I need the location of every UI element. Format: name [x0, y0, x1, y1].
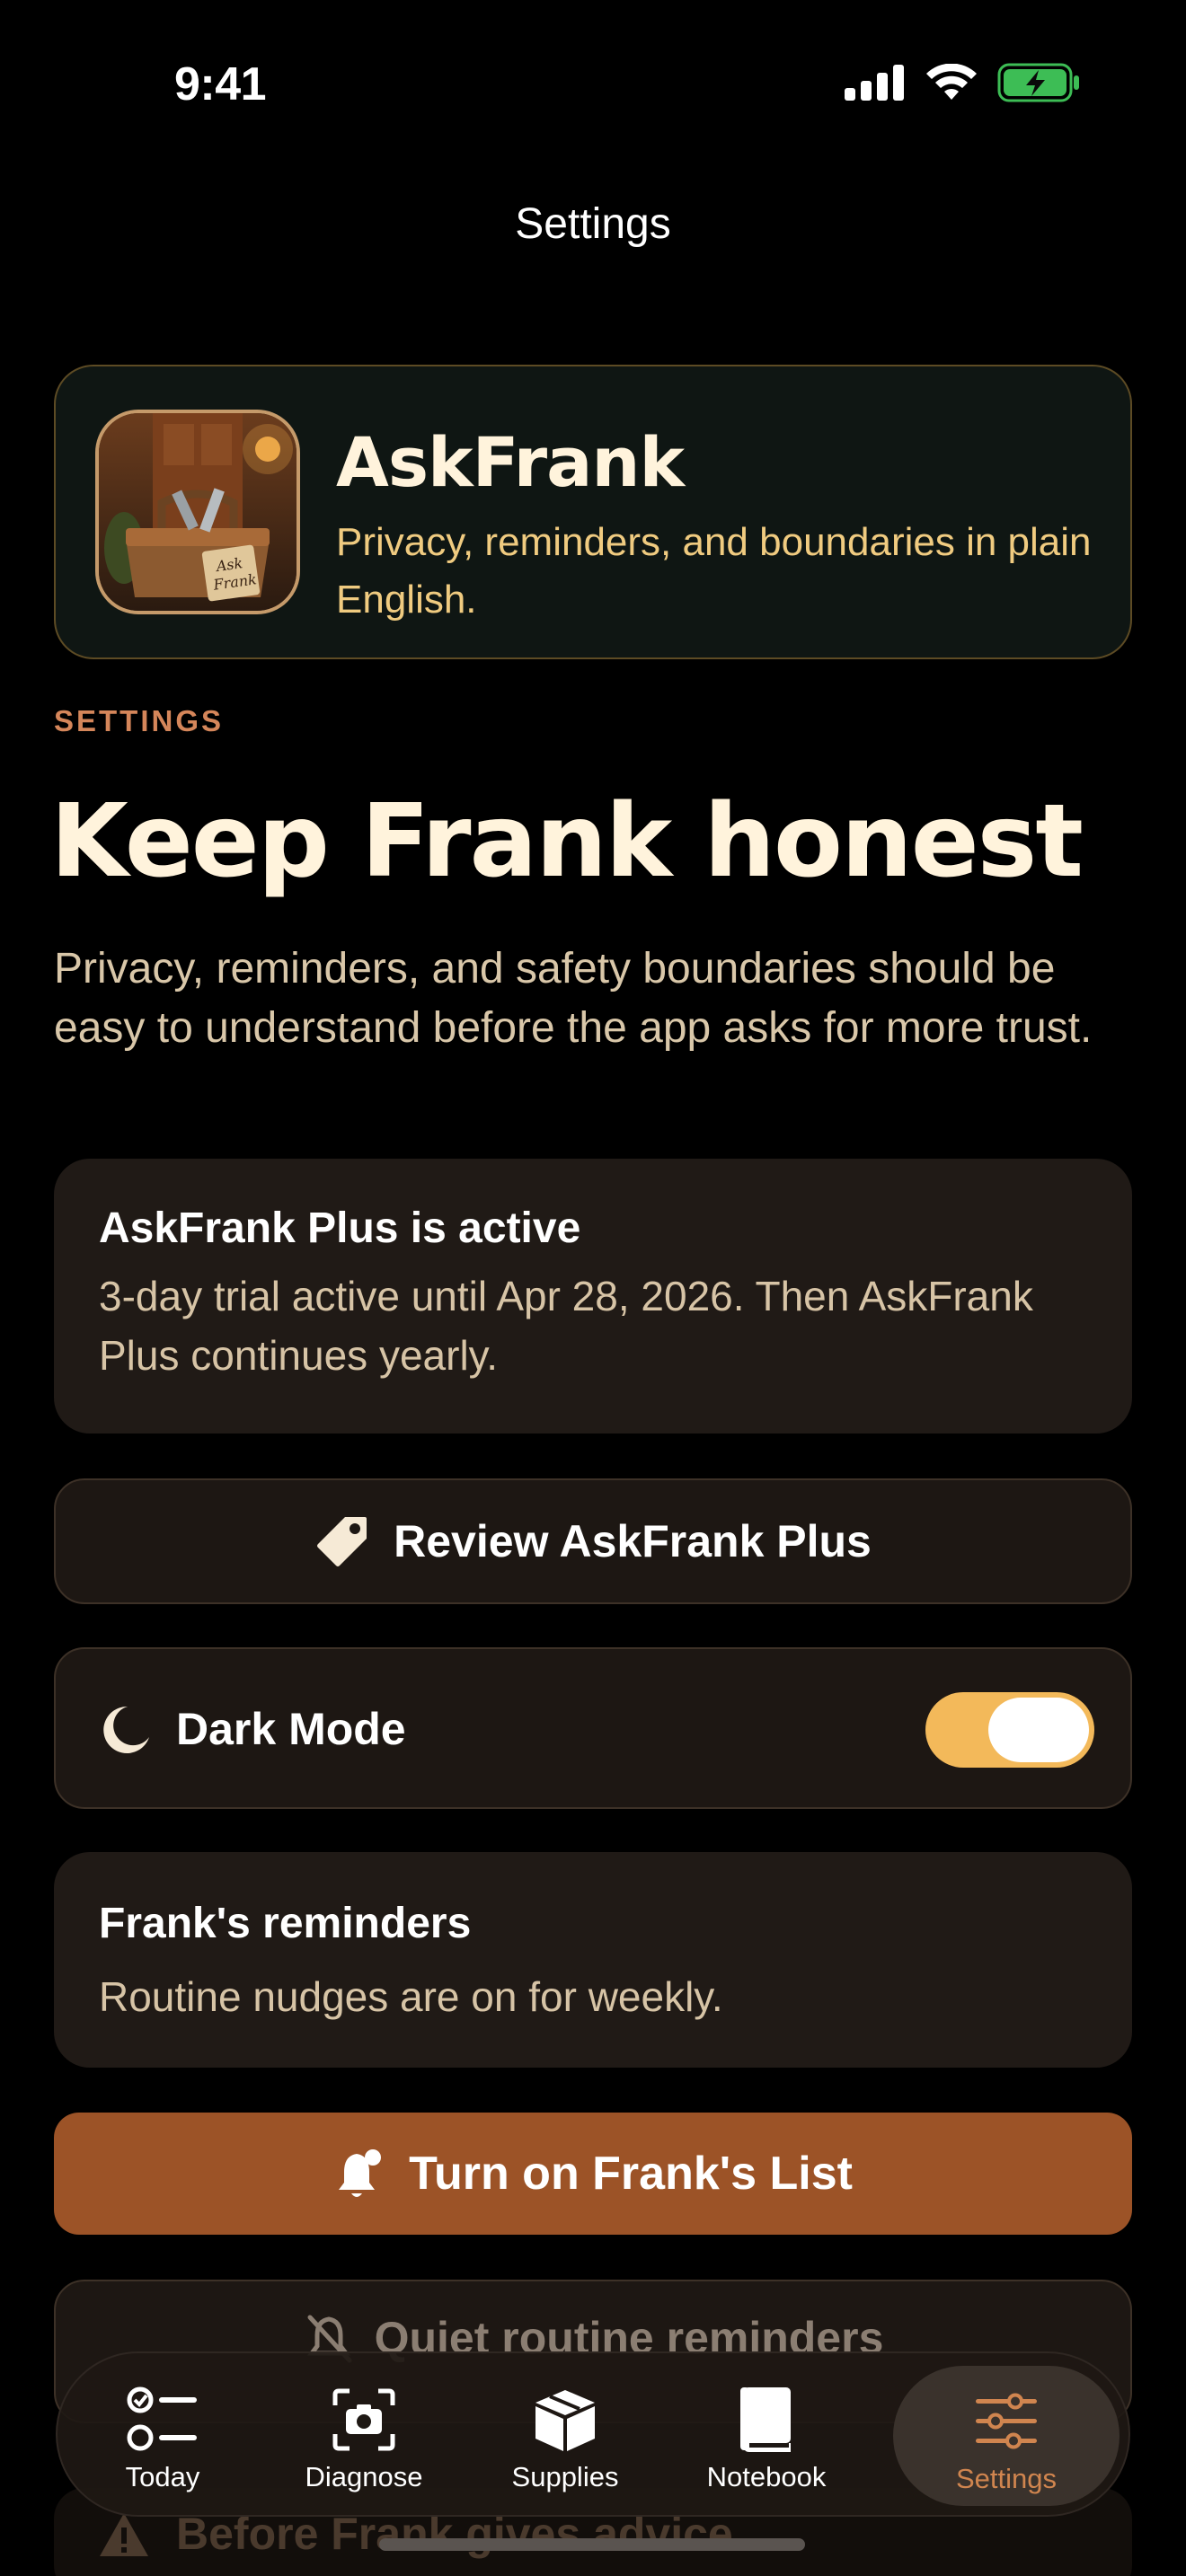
reminders-text: Routine nudges are on for weekly. — [99, 1973, 723, 2020]
tab-bar: Today Diagnose Supplies Notebook Setting… — [56, 2351, 1130, 2517]
toggle-knob — [988, 1698, 1089, 1762]
dark-mode-label: Dark Mode — [176, 1704, 406, 1754]
tab-notebook-label: Notebook — [706, 2461, 827, 2492]
brand-header-card: Ask Frank AskFrank Privacy, reminders, a… — [54, 365, 1132, 659]
turn-on-franks-list-label: Turn on Frank's List — [409, 2148, 853, 2200]
status-time: 9:41 — [174, 58, 267, 110]
page-description: Privacy, reminders, and safety boundarie… — [54, 945, 1093, 1052]
sliders-icon — [976, 2393, 1037, 2449]
review-plus-button[interactable]: Review AskFrank Plus — [54, 1478, 1132, 1604]
status-icons — [845, 63, 1080, 102]
tab-diagnose[interactable]: Diagnose — [268, 2353, 460, 2519]
tab-today[interactable]: Today — [66, 2353, 259, 2519]
home-indicator — [379, 2538, 805, 2551]
plus-status-card: AskFrank Plus is active 3-day trial acti… — [54, 1159, 1132, 1434]
tab-diagnose-label: Diagnose — [305, 2461, 423, 2492]
reminders-title: Frank's reminders — [99, 1900, 472, 1947]
wifi-icon — [926, 64, 977, 100]
turn-on-franks-list-button[interactable]: Turn on Frank's List — [54, 2113, 1132, 2235]
dark-mode-row: Dark Mode — [54, 1647, 1132, 1809]
dark-mode-toggle[interactable] — [925, 1692, 1094, 1768]
page-title: Keep Frank honest — [50, 783, 1084, 900]
plus-status-text: 3-day trial active until Apr 28, 2026. T… — [99, 1273, 1033, 1379]
checklist-icon — [127, 2386, 197, 2451]
tab-settings[interactable]: Settings — [893, 2366, 1120, 2506]
battery-charging-icon — [997, 63, 1079, 102]
cellular-signal-icon — [845, 65, 904, 101]
camera-viewfinder-icon — [332, 2388, 395, 2451]
review-plus-label: Review AskFrank Plus — [394, 1516, 872, 1566]
box-icon — [535, 2390, 595, 2451]
moon-icon — [103, 1706, 149, 1753]
section-label: SETTINGS — [54, 704, 225, 737]
tab-today-label: Today — [125, 2461, 200, 2492]
tab-supplies[interactable]: Supplies — [469, 2353, 661, 2519]
tag-icon — [317, 1517, 367, 1566]
brand-subtitle: Privacy, reminders, and boundaries in pl… — [336, 520, 1092, 622]
tab-settings-label: Settings — [955, 2463, 1057, 2494]
app-icon: Ask Frank — [95, 410, 300, 614]
tab-notebook[interactable]: Notebook — [670, 2353, 863, 2519]
book-icon — [740, 2387, 791, 2452]
plus-status-title: AskFrank Plus is active — [99, 1204, 581, 1252]
tab-supplies-label: Supplies — [511, 2461, 619, 2492]
brand-name: AskFrank — [336, 422, 685, 502]
nav-title: Settings — [515, 200, 671, 248]
reminders-card: Frank's reminders Routine nudges are on … — [54, 1852, 1132, 2068]
bell-badge-icon — [339, 2149, 382, 2197]
